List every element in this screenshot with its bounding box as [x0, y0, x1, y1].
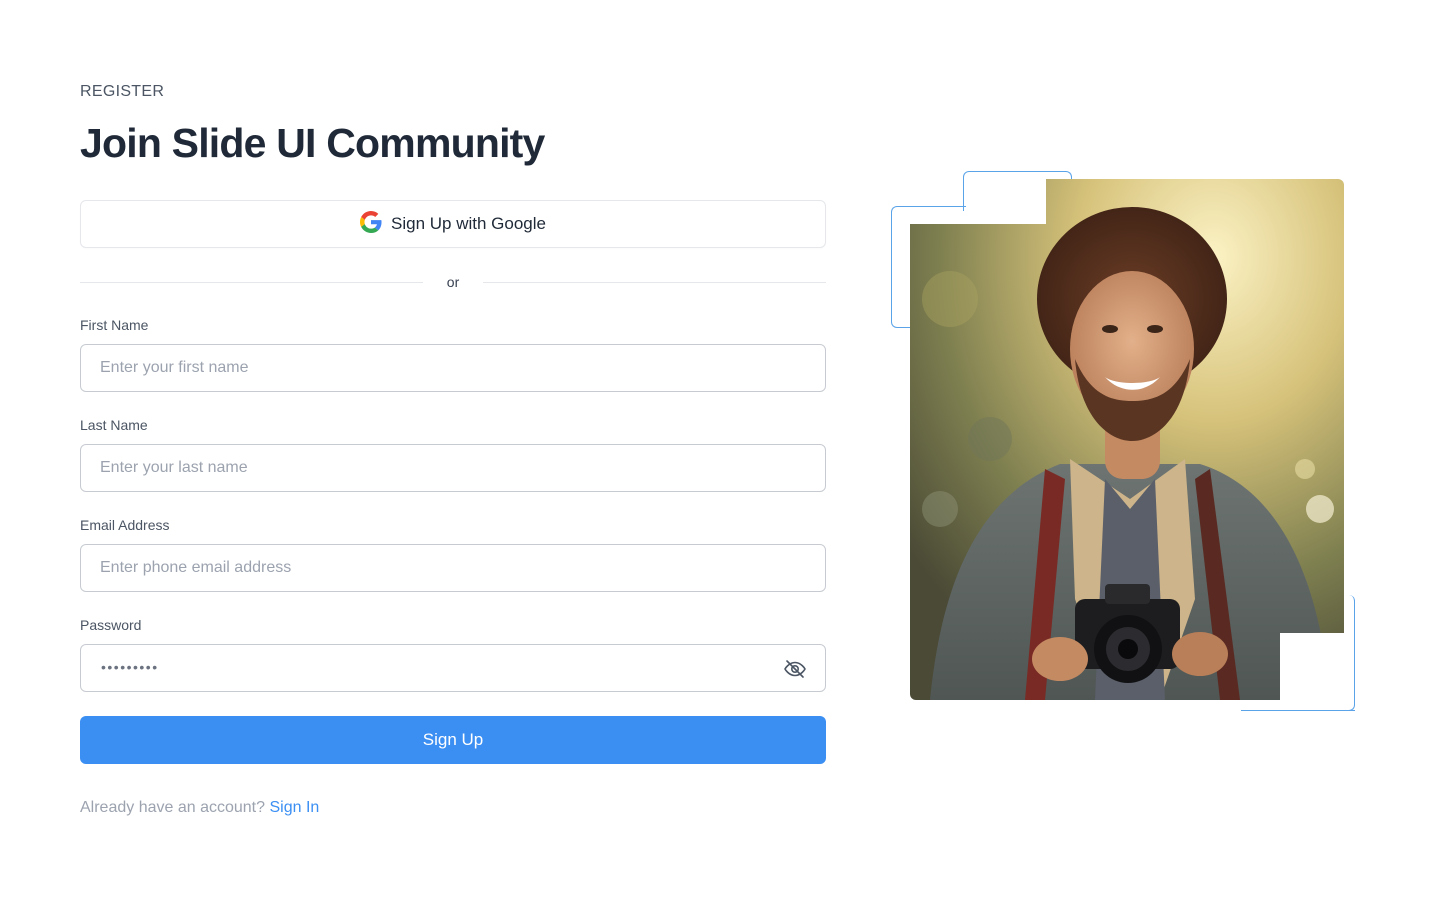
last-name-label: Last Name [80, 417, 148, 433]
or-divider: or [80, 272, 827, 292]
email-input[interactable] [81, 545, 825, 591]
divider-line-right [483, 281, 827, 283]
email-group: Email Address [80, 517, 826, 592]
google-signup-label: Sign Up with Google [391, 214, 546, 233]
google-signup-button[interactable]: Sign Up with Google [80, 200, 826, 248]
register-page: REGISTER Join Slide UI Community Sign Up… [0, 0, 1440, 900]
first-name-group: First Name [80, 317, 826, 392]
divider-or-label: or [446, 274, 460, 290]
signin-prompt: Already have an account? Sign In [80, 799, 319, 817]
last-name-input[interactable] [81, 445, 825, 491]
password-label: Password [80, 617, 142, 633]
email-wrapper [80, 544, 826, 592]
divider-line-left [80, 281, 423, 283]
hero-illustration [880, 160, 1370, 725]
sign-in-link[interactable]: Sign In [269, 799, 319, 816]
google-icon [360, 210, 382, 238]
first-name-input[interactable] [81, 345, 825, 391]
eye-off-icon[interactable] [783, 657, 807, 681]
last-name-wrapper [80, 444, 826, 492]
smiling-man-with-camera-photo [910, 179, 1344, 700]
password-masked-value: ••••••••• [101, 659, 159, 675]
password-group: Password ••••••••• [80, 617, 826, 692]
first-name-label: First Name [80, 317, 149, 333]
password-input[interactable]: ••••••••• [80, 644, 826, 692]
first-name-wrapper [80, 344, 826, 392]
email-label: Email Address [80, 517, 170, 533]
page-title: Join Slide UI Community [80, 120, 545, 166]
signin-prompt-text: Already have an account? [80, 799, 266, 816]
sign-up-button[interactable]: Sign Up [80, 716, 826, 764]
last-name-group: Last Name [80, 417, 826, 492]
eyebrow-label: REGISTER [80, 83, 165, 100]
